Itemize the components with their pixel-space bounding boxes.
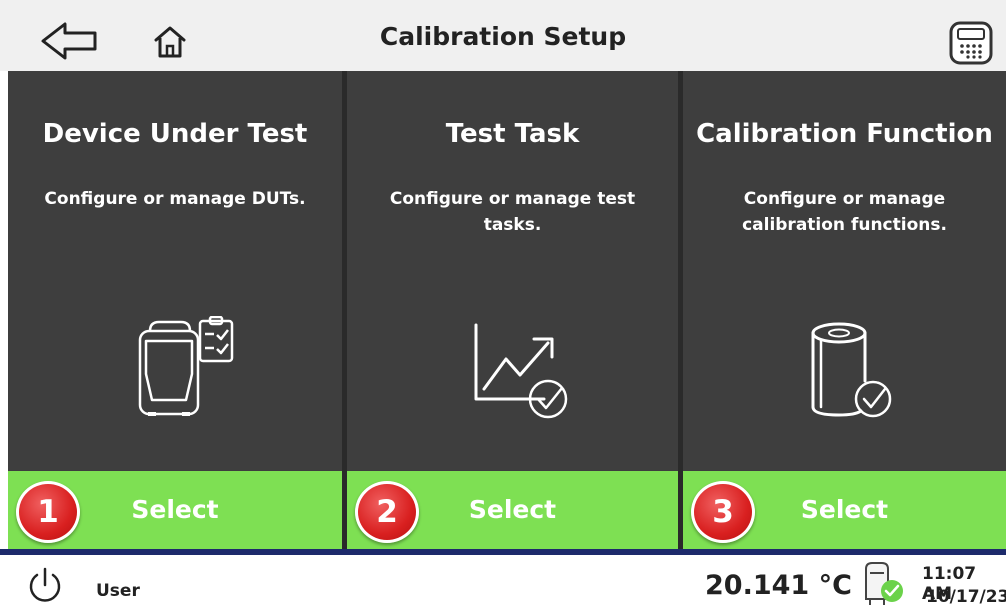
trend-chart-check-icon [474,323,568,419]
panel-divider [678,71,683,549]
panel-description: Configure or manage DUTs. [44,189,306,209]
panel-calibration-function: Calibration Function Configure or manage… [683,71,1006,549]
power-icon [29,567,61,602]
calculator-icon [949,21,993,65]
panel-description: Configure or manage test tasks. [389,189,636,235]
user-label: User [96,581,140,601]
power-button[interactable] [25,565,65,605]
panel-title: Calibration Function [696,119,993,149]
cylinder-check-icon [811,322,892,418]
panel-title: Device Under Test [42,119,308,149]
select-button-device-under-test[interactable]: 1 Select [8,471,342,549]
calculator-button[interactable] [948,20,994,66]
page-title: Calibration Setup [379,22,627,51]
dut-clipboard-icon [138,316,234,416]
panel-device-under-test: Device Under Test Configure or manage DU… [8,71,342,549]
select-button-test-task[interactable]: 2 Select [347,471,678,549]
select-label: Select [131,495,219,524]
panel-title: Test Task [445,119,580,149]
panel-divider [342,71,347,549]
status-bar: User 20.141 °C 11:07 AM 10/17/23 [0,555,1006,607]
panel-description: Configure or manage calibration function… [742,189,947,235]
clock-date: 10/17/23 [926,587,1006,607]
select-button-calibration-function[interactable]: 3 Select [683,471,1006,549]
probe-status-icon[interactable] [858,559,908,607]
select-label: Select [468,495,557,524]
header-bar: Calibration Setup [0,0,1006,71]
temperature-readout: 20.141 °C [705,570,852,601]
panel-test-task: Test Task Configure or manage test tasks… [347,71,678,549]
select-label: Select [800,495,889,524]
